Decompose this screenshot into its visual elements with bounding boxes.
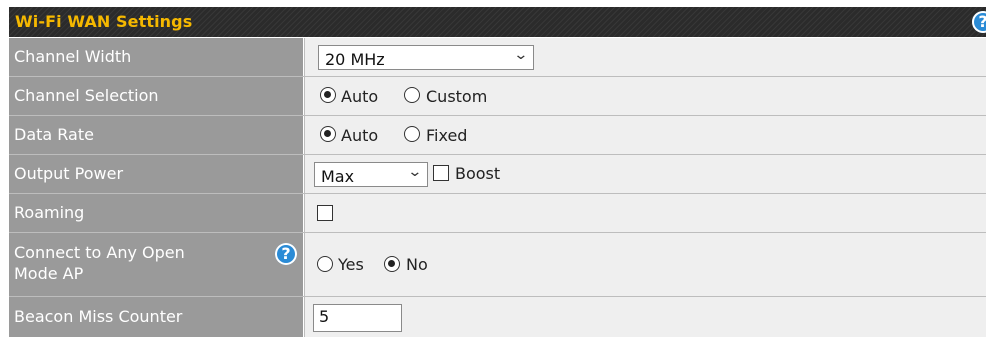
connect-open-label-line1: Connect to Any Open bbox=[14, 243, 185, 262]
chevron-down-icon: ⌄ bbox=[513, 47, 529, 63]
chevron-down-icon: ⌄ bbox=[407, 164, 423, 180]
connect-open-no-label: No bbox=[406, 255, 428, 274]
label-cell: Beacon Miss Counter bbox=[9, 297, 303, 337]
row-roaming: Roaming bbox=[9, 194, 986, 233]
value-cell: Auto Fixed bbox=[304, 116, 986, 154]
connect-open-label-line2: Mode AP bbox=[14, 264, 84, 283]
label-cell: Roaming bbox=[9, 194, 303, 232]
settings-table: Channel Width 20 MHz ⌄ Channel Selection… bbox=[9, 38, 986, 337]
output-power-value: Max bbox=[321, 167, 355, 186]
channel-selection-custom-radio[interactable] bbox=[404, 87, 420, 103]
data-rate-auto-label: Auto bbox=[341, 126, 379, 145]
label-cell: Channel Width bbox=[9, 38, 303, 76]
row-beacon-miss-counter: Beacon Miss Counter 5 bbox=[9, 297, 986, 337]
panel-title: Wi-Fi WAN Settings bbox=[15, 12, 193, 31]
channel-selection-auto-label: Auto bbox=[341, 87, 379, 106]
label-cell: Channel Selection bbox=[9, 77, 303, 115]
panel-header: Wi-Fi WAN Settings ? bbox=[9, 7, 986, 37]
wifi-wan-settings-panel: Wi-Fi WAN Settings ? Channel Width 20 MH… bbox=[9, 7, 986, 341]
channel-selection-auto-radio[interactable] bbox=[320, 87, 336, 103]
beacon-miss-label: Beacon Miss Counter bbox=[14, 307, 183, 326]
channel-width-select[interactable]: 20 MHz ⌄ bbox=[318, 45, 534, 70]
connect-open-yes-label: Yes bbox=[338, 255, 364, 274]
roaming-checkbox[interactable] bbox=[317, 205, 333, 221]
row-data-rate: Data Rate Auto Fixed bbox=[9, 116, 986, 155]
beacon-miss-input[interactable]: 5 bbox=[313, 304, 402, 332]
label-cell: Data Rate bbox=[9, 116, 303, 154]
data-rate-fixed-radio[interactable] bbox=[404, 126, 420, 142]
data-rate-fixed-label: Fixed bbox=[426, 126, 468, 145]
row-connect-open-ap: Connect to Any Open Mode AP ? Yes No bbox=[9, 233, 986, 297]
data-rate-label: Data Rate bbox=[14, 125, 94, 144]
value-cell: 20 MHz ⌄ bbox=[304, 38, 986, 76]
channel-selection-label: Channel Selection bbox=[14, 86, 159, 105]
output-power-label: Output Power bbox=[14, 164, 124, 183]
help-icon[interactable]: ? bbox=[275, 243, 297, 265]
label-cell: Output Power bbox=[9, 155, 303, 193]
row-channel-selection: Channel Selection Auto Custom bbox=[9, 77, 986, 116]
roaming-label: Roaming bbox=[14, 203, 85, 222]
channel-width-value: 20 MHz bbox=[325, 50, 385, 69]
boost-label: Boost bbox=[455, 164, 501, 183]
row-output-power: Output Power Max ⌄ Boost bbox=[9, 155, 986, 194]
connect-open-no-radio[interactable] bbox=[384, 256, 400, 272]
help-icon[interactable]: ? bbox=[972, 11, 986, 33]
output-power-select[interactable]: Max ⌄ bbox=[314, 162, 428, 187]
value-cell bbox=[304, 194, 986, 232]
value-cell: 5 bbox=[304, 297, 986, 337]
connect-open-yes-radio[interactable] bbox=[317, 256, 333, 272]
value-cell: Max ⌄ Boost bbox=[304, 155, 986, 193]
boost-checkbox[interactable] bbox=[433, 165, 449, 181]
channel-width-label: Channel Width bbox=[14, 47, 132, 66]
label-cell: Connect to Any Open Mode AP ? bbox=[9, 233, 303, 296]
value-cell: Yes No bbox=[304, 233, 986, 296]
channel-selection-custom-label: Custom bbox=[426, 87, 488, 106]
row-channel-width: Channel Width 20 MHz ⌄ bbox=[9, 38, 986, 77]
value-cell: Auto Custom bbox=[304, 77, 986, 115]
data-rate-auto-radio[interactable] bbox=[320, 126, 336, 142]
